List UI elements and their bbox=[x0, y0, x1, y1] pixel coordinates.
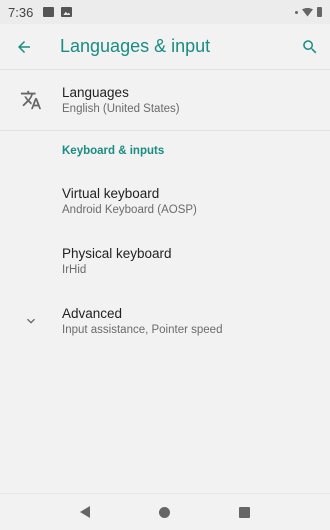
languages-item[interactable]: Languages English (United States) bbox=[0, 70, 330, 130]
battery-icon bbox=[317, 7, 322, 17]
translate-icon bbox=[0, 89, 62, 111]
wifi-icon bbox=[302, 7, 313, 17]
physical-keyboard-text: Physical keyboard IrHid bbox=[62, 246, 172, 276]
notification-icon bbox=[43, 7, 55, 17]
advanced-subtitle: Input assistance, Pointer speed bbox=[62, 324, 223, 336]
physical-keyboard-title: Physical keyboard bbox=[62, 246, 172, 261]
image-icon bbox=[61, 7, 73, 17]
search-icon[interactable] bbox=[290, 24, 330, 70]
page-title: Languages & input bbox=[60, 36, 211, 56]
chevron-down-icon bbox=[0, 313, 62, 329]
navigation-bar bbox=[0, 493, 330, 530]
app-bar: Languages & input bbox=[0, 24, 330, 70]
arrow-back-icon[interactable] bbox=[0, 24, 48, 70]
nav-home-icon[interactable] bbox=[158, 506, 170, 518]
advanced-item[interactable]: Advanced Input assistance, Pointer speed bbox=[0, 291, 330, 351]
dot-icon bbox=[295, 10, 298, 14]
virtual-keyboard-subtitle: Android Keyboard (AOSP) bbox=[62, 204, 197, 216]
status-time: 7:36 bbox=[8, 4, 34, 20]
advanced-title: Advanced bbox=[62, 306, 123, 321]
nav-back-icon[interactable] bbox=[79, 506, 90, 518]
keyboard-section-header: Keyboard & inputs bbox=[62, 145, 165, 157]
settings-list: Languages English (United States) Keyboa… bbox=[0, 70, 330, 351]
advanced-text: Advanced Input assistance, Pointer speed bbox=[62, 306, 222, 336]
status-bar: 7:36 bbox=[0, 0, 330, 24]
status-right bbox=[295, 7, 322, 17]
virtual-keyboard-title: Virtual keyboard bbox=[62, 186, 160, 201]
physical-keyboard-item[interactable]: Physical keyboard IrHid bbox=[0, 231, 330, 291]
languages-title: Languages bbox=[62, 85, 129, 100]
nav-recents-icon[interactable] bbox=[239, 506, 251, 518]
physical-keyboard-subtitle: IrHid bbox=[62, 264, 87, 276]
virtual-keyboard-text: Virtual keyboard Android Keyboard (AOSP) bbox=[62, 186, 197, 216]
languages-text: Languages English (United States) bbox=[62, 85, 180, 115]
virtual-keyboard-item[interactable]: Virtual keyboard Android Keyboard (AOSP) bbox=[0, 171, 330, 231]
languages-subtitle: English (United States) bbox=[62, 103, 180, 115]
